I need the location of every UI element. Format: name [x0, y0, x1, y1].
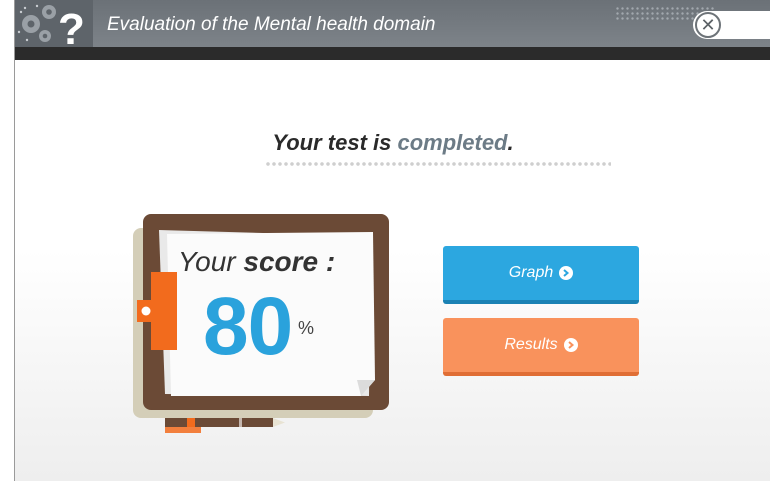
window-title: Evaluation of the Mental health domain	[107, 14, 436, 35]
dotted-divider	[265, 161, 611, 167]
completion-suffix: .	[507, 130, 514, 155]
pen-icon	[165, 418, 285, 433]
score-label: Your score :	[178, 246, 335, 278]
score-label-prefix: Your	[178, 246, 244, 277]
circle-arrow-right-icon	[559, 266, 574, 280]
close-button[interactable]: ✕	[693, 11, 770, 39]
results-button[interactable]: Results	[443, 318, 639, 376]
header-divider	[15, 47, 770, 60]
completion-highlight: completed	[397, 130, 508, 155]
score-value: 80	[203, 281, 293, 372]
results-button-label: Results	[504, 336, 558, 353]
graph-button[interactable]: Graph	[443, 246, 639, 304]
close-icon: ✕	[695, 12, 721, 38]
score-unit: %	[298, 318, 315, 338]
app-frame: ? Evaluation of the Mental health domain…	[14, 0, 770, 481]
gears-question-icon: ?	[15, 0, 93, 47]
svg-text:?: ?	[58, 5, 85, 47]
completion-message: Your test is completed.	[15, 130, 770, 156]
header-bar: ? Evaluation of the Mental health domain…	[15, 0, 770, 47]
score-label-bold: score :	[243, 246, 336, 277]
circle-arrow-right-icon	[563, 338, 578, 352]
graph-button-label: Graph	[508, 264, 554, 281]
completion-prefix: Your test is	[272, 130, 398, 155]
